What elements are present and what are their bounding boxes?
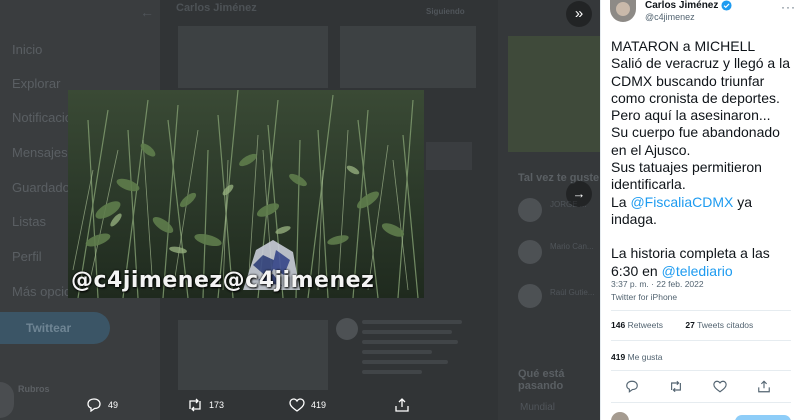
bg-nav-home: Inicio [12, 42, 43, 57]
author-name[interactable]: Carlos Jiménez [645, 0, 718, 11]
bg-line [362, 360, 448, 364]
bg-line [362, 320, 462, 324]
reply-submit-button[interactable] [735, 415, 791, 420]
retweet-icon[interactable] [669, 380, 683, 393]
share-icon[interactable] [757, 380, 771, 393]
bg-center-header: Carlos Jiménez [176, 2, 257, 14]
likes-label: Me gusta [627, 352, 663, 362]
tweet-paragraph: Pero aquí la asesinaron... [611, 107, 771, 124]
next-arrow-icon[interactable]: → [566, 181, 592, 207]
retweets-label: Retweets [627, 320, 663, 330]
divider [611, 370, 791, 371]
mention-telediario-link[interactable]: @telediario [662, 263, 733, 279]
verified-icon [721, 0, 732, 11]
divider [611, 340, 791, 341]
tweet-action-bar [611, 378, 791, 396]
bg-right-heading-2: Qué está pasando [518, 368, 565, 392]
tweet-paragraph: Su cuerpo fue abandonado en el Ajusco. [611, 124, 780, 158]
retweets-stat[interactable]: 146 Retweets [611, 320, 673, 330]
bg-media-2 [340, 26, 476, 88]
bg-line [362, 350, 432, 354]
bg-button [426, 142, 472, 170]
bg-nav-lists: Listas [12, 214, 46, 229]
tweet-paragraph: Salió de veracruz y llegó a la CDMX busc… [611, 55, 790, 106]
bg-media-3 [178, 320, 328, 390]
author-avatar[interactable] [610, 0, 636, 22]
bg-nav-messages: Mensajes [12, 145, 68, 160]
tweet-source[interactable]: Twitter for iPhone [611, 291, 704, 304]
tweet-headline: MATARON a MICHELL [611, 38, 756, 54]
like-icon [289, 398, 305, 412]
quotes-count: 27 [685, 320, 695, 330]
modal-reply-count: 49 [108, 400, 119, 410]
divider [611, 310, 791, 311]
modal-retweet-button[interactable]: 173 [187, 398, 224, 412]
bg-line [362, 340, 458, 344]
foliage-image [68, 90, 424, 298]
reply-composer[interactable] [611, 410, 791, 420]
more-icon[interactable]: ··· [781, 0, 796, 14]
photo-watermark: @c4jimenez@c4jimenez [71, 268, 375, 293]
modal-like-button[interactable]: 419 [289, 398, 326, 412]
tweet-text: MATARON a MICHELL Salió de veracruz y ll… [611, 38, 797, 280]
mention-fiscalia-link[interactable]: @FiscaliaCDMX [630, 194, 733, 210]
bg-suggestion-avatar-3 [518, 284, 542, 308]
bg-right-heading-1: Tal vez te guste [518, 172, 600, 184]
like-icon[interactable] [713, 380, 727, 393]
tweet-text-fragment: La [611, 193, 631, 210]
retweet-icon [189, 398, 201, 412]
bg-suggestion-name-2: Mario Can... [550, 242, 594, 251]
reply-icon [87, 398, 101, 412]
background-right-column: Tal vez te guste JORGE ... Mario Can... … [498, 0, 600, 420]
quotes-label: Tweets citados [697, 320, 754, 330]
tweet-timestamp[interactable]: 3:37 p. m. · 22 feb. 2022 [611, 278, 704, 291]
tweet-paragraph: La historia completa a las 6:30 en @tele… [611, 245, 797, 280]
bg-suggestion-name-3: Raúl Gutie... [550, 288, 595, 297]
tweet-paragraph: La @FiscaliaCDMX ya indaga. [611, 194, 797, 229]
modal-share-button[interactable] [394, 398, 416, 412]
author-handle[interactable]: @c4jimenez [645, 12, 695, 22]
reply-icon[interactable] [625, 380, 639, 393]
quotes-stat[interactable]: 27 Tweets citados [685, 320, 763, 330]
tweet-panel: Carlos Jiménez @c4jimenez ··· MATARON a … [600, 0, 800, 420]
bg-suggestion-avatar-2 [518, 240, 542, 264]
modal-action-bar: 49 173 419 [0, 390, 600, 420]
bg-trend-image [508, 36, 600, 152]
bg-tweet-button: Twittear [0, 312, 110, 344]
modal-backdrop[interactable]: Inicio Explorar Notificaciones Mensajes … [0, 0, 600, 420]
back-arrow-icon: ← [140, 4, 154, 20]
bg-nav-explore: Explorar [12, 76, 61, 91]
tweet-stats: 146 Retweets 27 Tweets citados [611, 320, 773, 330]
retweets-count: 146 [611, 320, 626, 330]
bg-avatar-2 [336, 318, 358, 340]
bg-media-1 [178, 26, 328, 88]
bg-line [362, 370, 422, 374]
collapse-icon[interactable]: » [566, 1, 592, 27]
tweet-photo[interactable]: @c4jimenez@c4jimenez [68, 90, 424, 298]
tweet-meta: 3:37 p. m. · 22 feb. 2022 Twitter for iP… [611, 278, 704, 304]
bg-line [362, 330, 452, 334]
modal-like-count: 419 [311, 400, 327, 410]
bg-follow-label: Siguiendo [426, 7, 465, 16]
modal-reply-button[interactable]: 49 [86, 398, 118, 412]
bg-nav-profile: Perfil [12, 249, 42, 264]
modal-retweet-count: 173 [209, 400, 225, 410]
reply-avatar [611, 412, 629, 420]
bg-nav-bookmarks: Guardados [12, 180, 77, 195]
tweet-paragraph: Sus tatuajes permitieron identificarla. [611, 159, 762, 193]
divider [611, 402, 791, 403]
bg-suggestion-avatar-1 [518, 198, 542, 222]
author-name-row[interactable]: Carlos Jiménez [645, 0, 732, 11]
share-icon [395, 398, 409, 412]
likes-count: 419 [611, 352, 626, 362]
likes-stat[interactable]: 419 Me gusta [611, 352, 663, 362]
